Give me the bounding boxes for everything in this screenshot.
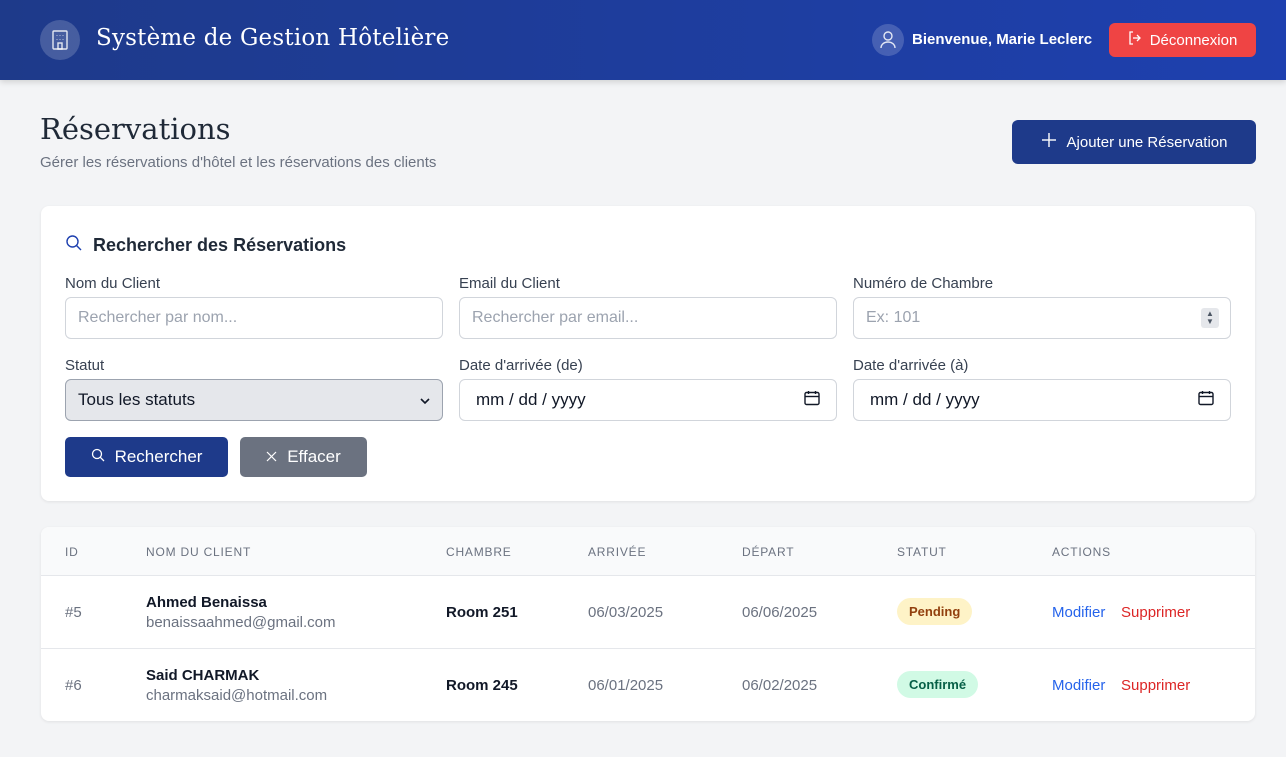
search-heading: Rechercher des Réservations [65, 234, 346, 257]
search-panel: Rechercher des Réservations Nom du Clien… [41, 206, 1255, 501]
client-name-label: Nom du Client [65, 275, 161, 292]
arrival-date: 06/01/2025 [588, 677, 664, 694]
client-email: benaissaahmed@gmail.com [146, 614, 336, 631]
app-title: Système de Gestion Hôtelière [96, 25, 450, 51]
column-header-status: STATUT [897, 545, 947, 559]
reservations-table: ID NOM DU CLIENT CHAMBRE ARRIVÉE DÉPART … [41, 527, 1255, 721]
column-header-actions: ACTIONS [1052, 545, 1111, 559]
departure-date: 06/02/2025 [742, 677, 818, 694]
room-number-input[interactable] [853, 297, 1231, 339]
client-email-input[interactable] [459, 297, 837, 339]
top-navbar: Système de Gestion Hôtelière Bienvenue, … [0, 0, 1286, 80]
logout-button[interactable]: Déconnexion [1109, 23, 1256, 57]
column-header-client: NOM DU CLIENT [146, 545, 252, 559]
arrival-from-label: Date d'arrivée (de) [459, 357, 583, 374]
edit-link[interactable]: Modifier [1052, 677, 1105, 694]
edit-link[interactable]: Modifier [1052, 604, 1105, 621]
status-selected-value: Tous les statuts [78, 390, 196, 409]
room-number-label: Numéro de Chambre [853, 275, 994, 292]
room: Room 245 [446, 677, 518, 694]
calendar-icon[interactable] [804, 390, 820, 411]
arrival-date: 06/03/2025 [588, 604, 664, 621]
reservation-id: #5 [65, 604, 82, 621]
add-reservation-label: Ajouter une Réservation [1066, 133, 1228, 151]
search-icon [65, 234, 83, 257]
client-name: Ahmed Benaissa [146, 594, 267, 611]
chevron-down-icon [420, 390, 430, 410]
arrival-to-label: Date d'arrivée (à) [853, 357, 969, 374]
table-row: #6 Said CHARMAK charmaksaid@hotmail.com … [41, 649, 1255, 721]
add-reservation-button[interactable]: Ajouter une Réservation [1012, 120, 1256, 164]
page-title: Réservations [40, 112, 231, 146]
client-email: charmaksaid@hotmail.com [146, 687, 328, 704]
status-badge: Pending [897, 598, 973, 625]
plus-icon [1041, 132, 1057, 152]
number-stepper[interactable]: ▲ ▼ [1201, 308, 1219, 328]
logout-icon [1128, 31, 1142, 49]
client-name-input[interactable] [65, 297, 443, 339]
search-button[interactable]: Rechercher [65, 437, 228, 477]
client-name: Said CHARMAK [146, 667, 260, 684]
arrival-to-date-input[interactable]: mm / dd / yyyy [853, 379, 1231, 421]
departure-date: 06/06/2025 [742, 604, 818, 621]
arrival-from-value: mm / dd / yyyy [476, 390, 586, 409]
column-header-departure: DÉPART [742, 545, 795, 559]
table-header: ID NOM DU CLIENT CHAMBRE ARRIVÉE DÉPART … [41, 527, 1255, 576]
status-badge: Confirmé [897, 671, 979, 698]
page-subtitle: Gérer les réservations d'hôtel et les ré… [40, 154, 437, 171]
status-select[interactable]: Tous les statuts [65, 379, 443, 421]
clear-button-label: Effacer [287, 447, 341, 466]
building-icon [40, 20, 80, 60]
logout-label: Déconnexion [1149, 31, 1238, 49]
room-number-field: ▲ ▼ [853, 297, 1231, 339]
search-icon [91, 447, 105, 467]
column-header-id: ID [65, 545, 79, 559]
table-row: #5 Ahmed Benaissa benaissaahmed@gmail.co… [41, 576, 1255, 649]
client-email-label: Email du Client [459, 275, 560, 292]
room: Room 251 [446, 604, 518, 621]
welcome-text: Bienvenue, Marie Leclerc [912, 31, 1093, 48]
status-label: Statut [65, 357, 105, 374]
calendar-icon[interactable] [1198, 390, 1214, 411]
delete-link[interactable]: Supprimer [1121, 677, 1190, 694]
column-header-arrival: ARRIVÉE [588, 545, 647, 559]
search-button-label: Rechercher [114, 447, 203, 466]
clear-button[interactable]: Effacer [240, 437, 367, 477]
close-icon [266, 447, 277, 467]
delete-link[interactable]: Supprimer [1121, 604, 1190, 621]
arrival-to-value: mm / dd / yyyy [870, 390, 980, 409]
search-heading-label: Rechercher des Réservations [93, 235, 347, 255]
arrival-from-date-input[interactable]: mm / dd / yyyy [459, 379, 837, 421]
stepper-down-icon[interactable]: ▼ [1206, 318, 1214, 326]
column-header-room: CHAMBRE [446, 545, 512, 559]
reservation-id: #6 [65, 677, 82, 694]
user-icon [872, 24, 904, 56]
